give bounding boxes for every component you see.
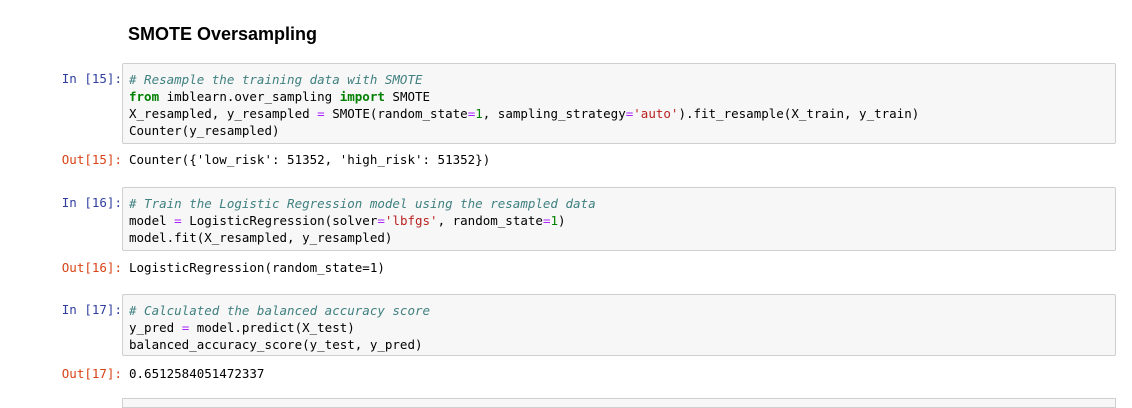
code-token: LogisticRegression(solver bbox=[181, 213, 378, 228]
code-token: 1 bbox=[475, 106, 483, 121]
code-token: = bbox=[174, 213, 182, 228]
code-token: = bbox=[377, 213, 385, 228]
code-cell-17[interactable]: # Calculated the balanced accuracy score… bbox=[122, 294, 1116, 356]
code-token: Counter(y_resampled) bbox=[129, 123, 280, 138]
code-token: , sampling_strategy bbox=[482, 106, 626, 121]
code-token: = bbox=[317, 106, 325, 121]
input-prompt-17: In [17]: bbox=[61, 302, 122, 317]
code-line: y_pred = model.predict(X_test) bbox=[129, 319, 1109, 336]
code-token: X_resampled, y_resampled bbox=[129, 106, 318, 121]
code-token: model bbox=[129, 213, 175, 228]
code-token: y_pred bbox=[129, 320, 182, 335]
cell-output-16: LogisticRegression(random_state=1) bbox=[129, 260, 385, 275]
code-token: balanced_accuracy_score(y_test, y_pred) bbox=[129, 337, 423, 352]
code-token: SMOTE bbox=[384, 89, 431, 104]
code-token: import bbox=[339, 89, 385, 104]
input-prompt-16: In [16]: bbox=[61, 195, 122, 210]
input-prompt-15: In [15]: bbox=[61, 71, 122, 86]
code-line: # Train the Logistic Regression model us… bbox=[129, 195, 1109, 212]
notebook-page: SMOTE Oversampling In [15]: # Resample t… bbox=[0, 0, 1132, 408]
code-token: # Train the Logistic Regression model us… bbox=[129, 196, 596, 211]
code-line: Counter(y_resampled) bbox=[129, 122, 1109, 139]
code-line: from imblearn.over_sampling import SMOTE bbox=[129, 88, 1109, 105]
code-line: balanced_accuracy_score(y_test, y_pred) bbox=[129, 336, 1109, 353]
code-token: ) bbox=[558, 213, 566, 228]
output-prompt-16: Out[16]: bbox=[61, 260, 122, 275]
code-token: from bbox=[129, 89, 160, 104]
cell-output-15: Counter({'low_risk': 51352, 'high_risk':… bbox=[129, 152, 491, 167]
code-token: model.fit(X_resampled, y_resampled) bbox=[129, 230, 393, 245]
code-cell-next[interactable] bbox=[122, 398, 1116, 408]
code-token: # Resample the training data with SMOTE bbox=[129, 72, 423, 87]
code-token: 1 bbox=[550, 213, 558, 228]
code-token: SMOTE(random_state bbox=[324, 106, 468, 121]
code-token: imblearn.over_sampling bbox=[159, 89, 340, 104]
code-cell-16[interactable]: # Train the Logistic Regression model us… bbox=[122, 187, 1116, 251]
cell-output-17: 0.6512584051472337 bbox=[129, 366, 265, 381]
output-prompt-15: Out[15]: bbox=[61, 152, 122, 167]
code-line: model.fit(X_resampled, y_resampled) bbox=[129, 229, 1109, 246]
code-token: 'lbfgs' bbox=[384, 213, 438, 228]
code-cell-15[interactable]: # Resample the training data with SMOTE f… bbox=[122, 63, 1116, 144]
markdown-heading: SMOTE Oversampling bbox=[128, 24, 318, 44]
code-token: 'auto' bbox=[633, 106, 679, 121]
code-line: model = LogisticRegression(solver='lbfgs… bbox=[129, 212, 1109, 229]
code-line: # Calculated the balanced accuracy score bbox=[129, 302, 1109, 319]
code-line: # Resample the training data with SMOTE bbox=[129, 71, 1109, 88]
code-token: , random_state bbox=[437, 213, 543, 228]
output-prompt-17: Out[17]: bbox=[61, 366, 122, 381]
code-token: ).fit_resample(X_train, y_train) bbox=[678, 106, 920, 121]
code-line: X_resampled, y_resampled = SMOTE(random_… bbox=[129, 105, 1109, 122]
code-token: # Calculated the balanced accuracy score bbox=[129, 303, 431, 318]
code-token: model.predict(X_test) bbox=[189, 320, 355, 335]
